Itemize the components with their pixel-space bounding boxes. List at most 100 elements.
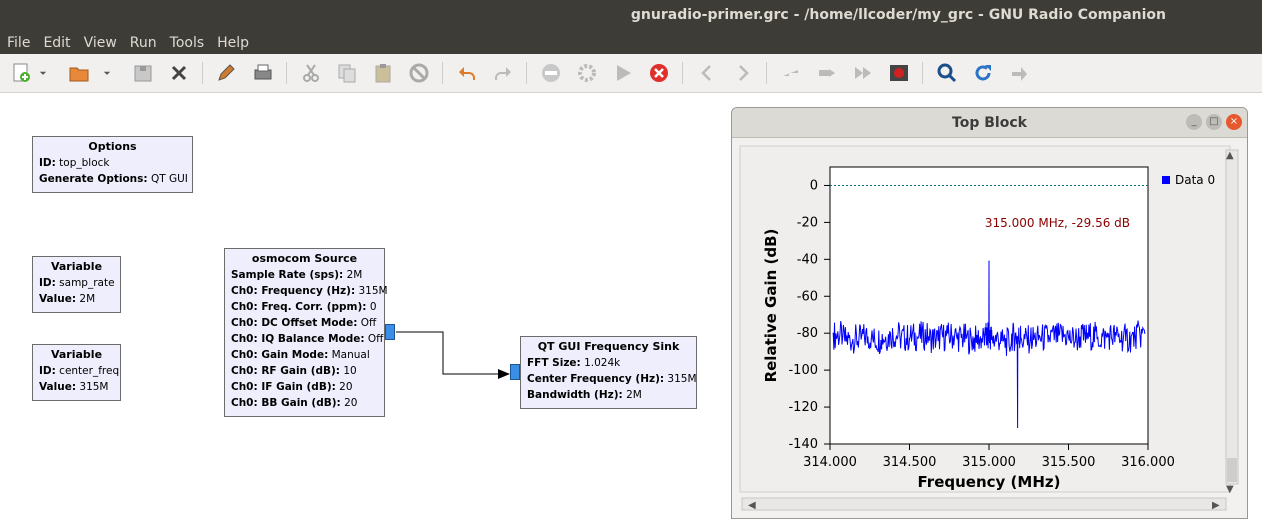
- block-param: Value: 315M: [39, 381, 109, 393]
- series-point: [975, 341, 977, 344]
- reload-icon[interactable]: [970, 60, 996, 86]
- title-bar: gnuradio-primer.grc - /home/llcoder/my_g…: [0, 0, 1262, 32]
- block-param: ID: center_freq: [39, 365, 120, 377]
- rotate-cw-icon[interactable]: [814, 60, 840, 86]
- y-tick-label: -120: [788, 400, 818, 415]
- series-point: [1010, 343, 1012, 345]
- find-icon[interactable]: [934, 60, 960, 86]
- print-icon[interactable]: [250, 60, 276, 86]
- series-point: [1039, 336, 1041, 338]
- series-point: [1125, 339, 1127, 342]
- block-variable-samp-rate[interactable]: Variable ID: samp_rate Value: 2M: [32, 256, 121, 313]
- sink-in-port[interactable]: [510, 364, 520, 380]
- block-param: Ch0: BB Gain (dB): 20: [231, 397, 358, 409]
- block-title: osmocom Source: [251, 252, 358, 265]
- connection-arrow: [498, 369, 510, 379]
- osmocom-out-port[interactable]: [385, 324, 395, 340]
- block-qt-gui-frequency-sink[interactable]: QT GUI Frequency Sink FFT Size: 1.024k C…: [520, 336, 697, 409]
- menu-help[interactable]: Help: [211, 34, 255, 51]
- error-icon[interactable]: [538, 60, 564, 86]
- series-point: [1048, 338, 1051, 340]
- block-title: Variable: [50, 260, 103, 273]
- menu-view[interactable]: View: [78, 34, 123, 51]
- menu-file[interactable]: File: [1, 34, 36, 51]
- generate-icon[interactable]: [574, 60, 600, 86]
- block-param: Ch0: RF Gain (dB): 10: [231, 365, 357, 377]
- minimize-icon[interactable]: _: [1186, 114, 1202, 130]
- scroll-left-icon: ◀: [748, 500, 756, 511]
- redo-icon[interactable]: [490, 60, 516, 86]
- series-point: [880, 339, 882, 342]
- series-point: [1096, 338, 1098, 340]
- series-point: [966, 336, 968, 338]
- y-tick-label: -40: [797, 252, 818, 267]
- y-tick-label: -80: [797, 326, 818, 341]
- top-block-window: Top Block _ □ × 0 -20 -40 -60 -80 -100 -120 -14…: [731, 107, 1248, 519]
- rotate-ccw-icon[interactable]: [778, 60, 804, 86]
- copy-icon[interactable]: [334, 60, 360, 86]
- series-point: [1017, 426, 1019, 428]
- new-icon[interactable]: [8, 60, 34, 86]
- x-tick-label: 315.500: [1042, 455, 1096, 470]
- series-point: [1134, 336, 1136, 338]
- menu-run[interactable]: Run: [124, 34, 163, 51]
- series-point: [1106, 336, 1108, 338]
- maximize-icon[interactable]: □: [1206, 114, 1222, 130]
- paste-icon[interactable]: [370, 60, 396, 86]
- series-point: [918, 334, 920, 336]
- series-point: [985, 334, 987, 336]
- vertical-scrollbar: [1225, 149, 1239, 485]
- block-param: ID: top_block: [39, 157, 110, 169]
- left-icon[interactable]: [694, 60, 720, 86]
- series-point: [927, 336, 930, 338]
- block-param: Ch0: Frequency (Hz): 315M: [231, 285, 388, 297]
- series-point: [1077, 339, 1079, 342]
- y-tick-label: 0: [810, 178, 818, 193]
- horizontal-scrollbar: [741, 497, 1227, 511]
- series-point: [1067, 336, 1070, 338]
- block-param: Center Frequency (Hz): 315M: [527, 373, 697, 385]
- new-dropdown-icon[interactable]: [36, 60, 50, 86]
- block-param: Ch0: DC Offset Mode: Off: [231, 317, 377, 329]
- block-variable-center-freq[interactable]: Variable ID: center_freq Value: 315M: [32, 344, 121, 401]
- cut-icon[interactable]: [298, 60, 324, 86]
- execute-icon[interactable]: [610, 60, 636, 86]
- block-param: Ch0: IF Gain (dB): 20: [231, 381, 353, 393]
- right-icon[interactable]: [730, 60, 756, 86]
- open-dropdown-icon[interactable]: [100, 60, 114, 86]
- open-icon[interactable]: [66, 60, 92, 86]
- x-tick-label: 315.000: [962, 455, 1016, 470]
- connection-wire[interactable]: [396, 331, 500, 375]
- block-param: Generate Options: QT GUI: [39, 173, 188, 185]
- stop-icon[interactable]: [886, 60, 912, 86]
- bypass-icon[interactable]: [1006, 60, 1032, 86]
- menu-bar: File Edit View Run Tools Help: [0, 32, 1262, 54]
- block-title: QT GUI Frequency Sink: [537, 340, 680, 353]
- peak-marker-label: 315.000 MHz, -29.56 dB: [985, 216, 1130, 230]
- menu-edit[interactable]: Edit: [37, 34, 76, 51]
- series-point: [851, 341, 853, 344]
- series-point: [1144, 332, 1146, 334]
- series-point: [832, 332, 834, 334]
- series-point: [947, 332, 949, 334]
- disable-icon[interactable]: [406, 60, 432, 86]
- kill-icon[interactable]: [646, 60, 672, 86]
- series-point: [842, 336, 844, 338]
- block-options[interactable]: Options ID: top_block Generate Options: …: [32, 136, 193, 193]
- y-tick-label: -20: [797, 215, 818, 230]
- frequency-plot[interactable]: 0 -20 -40 -60 -80 -100 -120 -140 314.000 314.500 3…: [732, 138, 1247, 518]
- undo-icon[interactable]: [454, 60, 480, 86]
- scroll-right-icon: ▶: [1212, 500, 1220, 511]
- series-point: [991, 336, 993, 338]
- save-icon[interactable]: [130, 60, 156, 86]
- menu-tools[interactable]: Tools: [164, 34, 211, 51]
- series-point: [1029, 339, 1031, 342]
- forward-icon[interactable]: [850, 60, 876, 86]
- close-window-icon[interactable]: ×: [1226, 114, 1242, 130]
- top-block-title: Top Block: [732, 108, 1247, 138]
- block-title: Options: [88, 140, 137, 153]
- close-icon[interactable]: [166, 60, 192, 86]
- series-point: [1115, 334, 1117, 336]
- edit-icon[interactable]: [213, 60, 239, 86]
- block-osmocom-source[interactable]: osmocom Source Sample Rate (sps): 2M Ch0…: [224, 248, 388, 417]
